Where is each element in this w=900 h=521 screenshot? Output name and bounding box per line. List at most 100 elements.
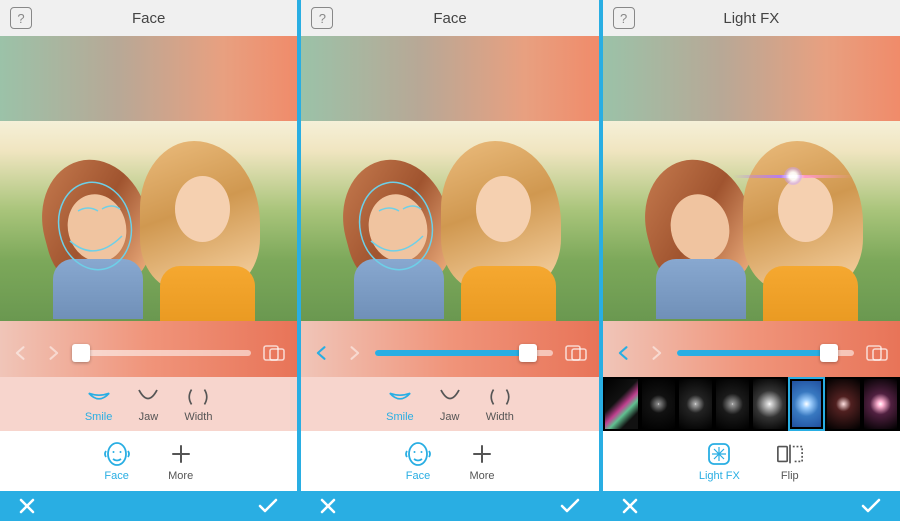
category-label: Face (104, 470, 128, 482)
redo-arrow-icon[interactable] (42, 342, 64, 364)
slider-fill (677, 350, 830, 356)
fx-thumb-rainbow[interactable] (603, 377, 640, 431)
lightfx-icon (705, 440, 733, 468)
redo-arrow-icon[interactable] (645, 342, 667, 364)
fx-thumb-spark2[interactable] (677, 377, 714, 431)
fx-thumb-burst[interactable] (751, 377, 788, 431)
width-icon (186, 385, 210, 409)
fx-thumb-flare-blue[interactable] (788, 377, 825, 431)
tool-smile[interactable]: Smile (85, 385, 113, 423)
compare-button[interactable] (864, 342, 890, 364)
category-label: Light FX (699, 470, 740, 482)
footer-bar (301, 491, 598, 521)
tool-jaw[interactable]: Jaw (438, 385, 462, 423)
tool-label: Width (486, 411, 514, 423)
category-strip: Light FX Flip (603, 431, 900, 491)
undo-arrow-icon[interactable] (613, 342, 635, 364)
undo-arrow-icon[interactable] (10, 342, 32, 364)
slider-row (301, 339, 598, 367)
photo-canvas[interactable] (603, 36, 900, 377)
smile-icon (87, 385, 111, 409)
panel-1: ? Face Smile Jaw Width Fac (0, 0, 301, 521)
fx-thumb-lens1[interactable] (825, 377, 862, 431)
tool-label: Jaw (139, 411, 159, 423)
slider-fill (375, 350, 528, 356)
tool-jaw[interactable]: Jaw (136, 385, 160, 423)
tool-width[interactable]: Width (184, 385, 212, 423)
intensity-slider[interactable] (375, 350, 552, 356)
tool-label: Smile (85, 411, 113, 423)
cancel-button[interactable] (319, 497, 337, 515)
header: ? Face (0, 0, 297, 36)
category-more[interactable]: More (167, 440, 195, 482)
fx-preview (679, 379, 712, 429)
slider-row (0, 339, 297, 367)
tool-label: Smile (386, 411, 414, 423)
help-button[interactable]: ? (613, 7, 635, 29)
apply-button[interactable] (257, 497, 279, 515)
cancel-button[interactable] (621, 497, 639, 515)
help-button[interactable]: ? (311, 7, 333, 29)
tool-width[interactable]: Width (486, 385, 514, 423)
category-more[interactable]: More (468, 440, 496, 482)
cancel-button[interactable] (18, 497, 36, 515)
category-label: Face (406, 470, 430, 482)
fx-thumb-spark1[interactable] (640, 377, 677, 431)
apply-button[interactable] (559, 497, 581, 515)
category-lightfx[interactable]: Light FX (699, 440, 740, 482)
image-photo (0, 121, 297, 321)
image-photo (301, 121, 598, 321)
undo-arrow-icon[interactable] (311, 342, 333, 364)
fx-preview (605, 379, 638, 429)
more-icon (167, 440, 195, 468)
help-button[interactable]: ? (10, 7, 32, 29)
compare-button[interactable] (261, 342, 287, 364)
fx-preview (827, 379, 860, 429)
close-icon (621, 497, 639, 515)
slider-thumb[interactable] (820, 344, 838, 362)
header: ? Light FX (603, 0, 900, 36)
category-strip: Face More (301, 431, 598, 491)
category-flip[interactable]: Flip (776, 440, 804, 482)
fx-thumb-lens2[interactable] (862, 377, 899, 431)
fx-preview (716, 379, 749, 429)
photo-canvas[interactable] (0, 36, 297, 377)
close-icon (18, 497, 36, 515)
flip-icon (776, 440, 804, 468)
slider-thumb[interactable] (72, 344, 90, 362)
face-mesh-overlay (50, 181, 140, 276)
category-label: More (168, 470, 193, 482)
fx-thumb-spark3[interactable] (714, 377, 751, 431)
photo-canvas[interactable] (301, 36, 598, 377)
intensity-slider[interactable] (677, 350, 854, 356)
header-title: Face (0, 10, 297, 27)
check-icon (860, 497, 882, 515)
header: ? Face (301, 0, 598, 36)
category-label: More (469, 470, 494, 482)
slider-row (603, 339, 900, 367)
category-face[interactable]: Face (103, 440, 131, 482)
subject-2 (743, 136, 873, 316)
tool-smile[interactable]: Smile (386, 385, 414, 423)
image-background (301, 36, 598, 121)
fx-preview (753, 379, 786, 429)
apply-button[interactable] (860, 497, 882, 515)
close-icon (319, 497, 337, 515)
panel-2: ? Face Smile Jaw Width Fac (301, 0, 602, 521)
category-face[interactable]: Face (404, 440, 432, 482)
header-title: Light FX (603, 10, 900, 27)
image-photo (603, 121, 900, 321)
slider-thumb[interactable] (519, 344, 537, 362)
footer-bar (603, 491, 900, 521)
width-icon (488, 385, 512, 409)
intensity-slider[interactable] (74, 350, 251, 356)
face-icon (103, 440, 131, 468)
compare-button[interactable] (563, 342, 589, 364)
tool-label: Width (184, 411, 212, 423)
jaw-icon (136, 385, 160, 409)
fx-preview (792, 381, 821, 427)
footer-bar (0, 491, 297, 521)
redo-arrow-icon[interactable] (343, 342, 365, 364)
tool-label: Jaw (440, 411, 460, 423)
fx-preview (642, 379, 675, 429)
